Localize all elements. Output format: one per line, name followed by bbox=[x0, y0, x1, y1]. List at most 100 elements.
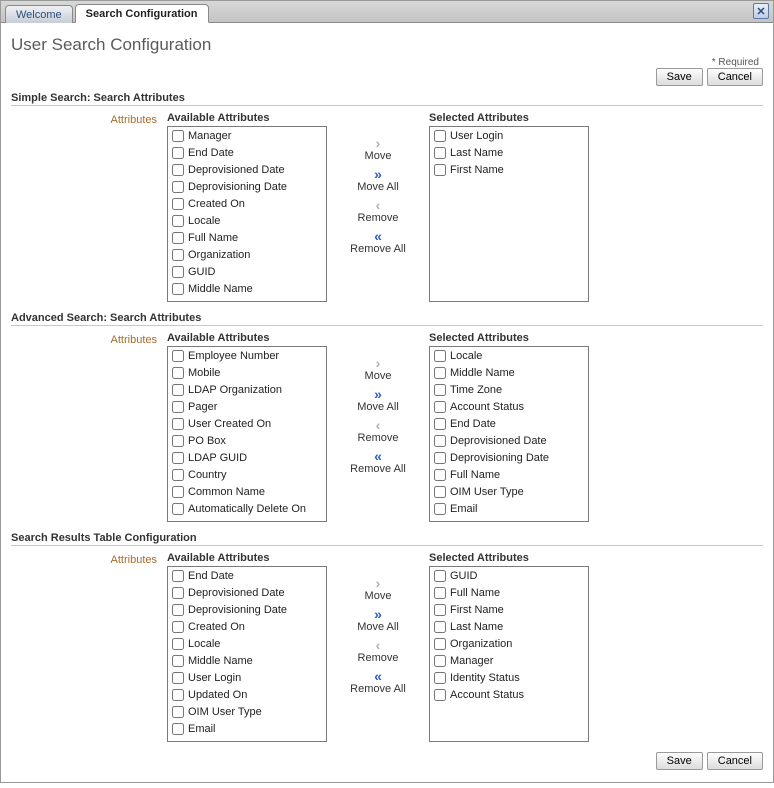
move-all-button[interactable]: »Move All bbox=[338, 605, 418, 635]
checkbox[interactable] bbox=[434, 147, 446, 159]
checkbox[interactable] bbox=[172, 350, 184, 362]
list-item[interactable]: OIM User Type bbox=[168, 703, 326, 720]
checkbox[interactable] bbox=[172, 689, 184, 701]
tab-search-configuration[interactable]: Search Configuration bbox=[75, 4, 209, 23]
list-item[interactable]: Common Name bbox=[168, 483, 326, 500]
list-item[interactable]: Last Name bbox=[430, 144, 588, 161]
checkbox[interactable] bbox=[172, 672, 184, 684]
checkbox[interactable] bbox=[172, 147, 184, 159]
list-item[interactable]: Locale bbox=[430, 347, 588, 364]
move-all-button[interactable]: »Move All bbox=[338, 385, 418, 415]
list-item[interactable]: Middle Name bbox=[430, 364, 588, 381]
checkbox[interactable] bbox=[172, 164, 184, 176]
list-item[interactable]: Employee Number bbox=[168, 347, 326, 364]
list-item[interactable]: User Created On bbox=[168, 415, 326, 432]
list-item[interactable]: Middle Name bbox=[168, 652, 326, 669]
list-item[interactable]: Locale bbox=[168, 212, 326, 229]
move-button[interactable]: ›Move bbox=[338, 354, 418, 384]
list-item[interactable]: Updated On bbox=[168, 686, 326, 703]
list-item[interactable]: Middle Name bbox=[168, 280, 326, 297]
list-item[interactable]: Locale bbox=[168, 635, 326, 652]
results-selected-list[interactable]: GUIDFull NameFirst NameLast NameOrganiza… bbox=[429, 566, 589, 742]
checkbox[interactable] bbox=[172, 215, 184, 227]
list-item[interactable]: Mobile bbox=[168, 364, 326, 381]
cancel-button[interactable]: Cancel bbox=[707, 752, 763, 770]
checkbox[interactable] bbox=[434, 435, 446, 447]
list-item[interactable]: GUID bbox=[168, 263, 326, 280]
checkbox[interactable] bbox=[172, 435, 184, 447]
list-item[interactable]: User Login bbox=[430, 127, 588, 144]
move-button[interactable]: ›Move bbox=[338, 574, 418, 604]
checkbox[interactable] bbox=[172, 130, 184, 142]
list-item[interactable]: Deprovisioning Date bbox=[168, 178, 326, 195]
list-item[interactable]: Organization bbox=[168, 246, 326, 263]
list-item[interactable]: Email bbox=[168, 720, 326, 737]
checkbox[interactable] bbox=[172, 232, 184, 244]
list-item[interactable]: Email bbox=[430, 500, 588, 517]
checkbox[interactable] bbox=[434, 621, 446, 633]
list-item[interactable]: End Date bbox=[168, 567, 326, 584]
checkbox[interactable] bbox=[172, 486, 184, 498]
list-item[interactable]: Deprovisioning Date bbox=[168, 601, 326, 618]
remove-all-button[interactable]: «Remove All bbox=[338, 447, 418, 477]
remove-button[interactable]: ‹Remove bbox=[338, 416, 418, 446]
checkbox[interactable] bbox=[434, 384, 446, 396]
list-item[interactable]: GUID bbox=[430, 567, 588, 584]
checkbox[interactable] bbox=[172, 367, 184, 379]
checkbox[interactable] bbox=[434, 401, 446, 413]
checkbox[interactable] bbox=[434, 350, 446, 362]
tab-welcome[interactable]: Welcome bbox=[5, 5, 73, 23]
remove-all-button[interactable]: «Remove All bbox=[338, 667, 418, 697]
checkbox[interactable] bbox=[172, 638, 184, 650]
checkbox[interactable] bbox=[172, 198, 184, 210]
list-item[interactable]: Created On bbox=[168, 618, 326, 635]
checkbox[interactable] bbox=[434, 367, 446, 379]
checkbox[interactable] bbox=[434, 604, 446, 616]
checkbox[interactable] bbox=[172, 587, 184, 599]
list-item[interactable]: First Name bbox=[430, 601, 588, 618]
list-item[interactable]: End Date bbox=[430, 415, 588, 432]
list-item[interactable]: Manager bbox=[168, 127, 326, 144]
checkbox[interactable] bbox=[172, 503, 184, 515]
checkbox[interactable] bbox=[172, 621, 184, 633]
advanced-available-list[interactable]: Employee NumberMobileLDAP OrganizationPa… bbox=[167, 346, 327, 522]
checkbox[interactable] bbox=[172, 181, 184, 193]
checkbox[interactable] bbox=[172, 604, 184, 616]
advanced-selected-list[interactable]: LocaleMiddle NameTime ZoneAccount Status… bbox=[429, 346, 589, 522]
checkbox[interactable] bbox=[172, 723, 184, 735]
list-item[interactable]: Account Status bbox=[430, 398, 588, 415]
checkbox[interactable] bbox=[434, 452, 446, 464]
list-item[interactable]: Deprovisioned Date bbox=[168, 584, 326, 601]
list-item[interactable]: OIM User Type bbox=[430, 483, 588, 500]
cancel-button[interactable]: Cancel bbox=[707, 68, 763, 86]
results-available-list[interactable]: End DateDeprovisioned DateDeprovisioning… bbox=[167, 566, 327, 742]
checkbox[interactable] bbox=[434, 503, 446, 515]
checkbox[interactable] bbox=[172, 452, 184, 464]
list-item[interactable]: Deprovisioned Date bbox=[168, 161, 326, 178]
list-item[interactable]: Automatically Delete On bbox=[168, 500, 326, 517]
list-item[interactable]: Full Name bbox=[430, 584, 588, 601]
checkbox[interactable] bbox=[172, 655, 184, 667]
checkbox[interactable] bbox=[434, 672, 446, 684]
list-item[interactable]: Time Zone bbox=[430, 381, 588, 398]
list-item[interactable]: LDAP Organization bbox=[168, 381, 326, 398]
checkbox[interactable] bbox=[172, 418, 184, 430]
move-all-button[interactable]: »Move All bbox=[338, 165, 418, 195]
checkbox[interactable] bbox=[434, 638, 446, 650]
checkbox[interactable] bbox=[434, 655, 446, 667]
checkbox[interactable] bbox=[434, 130, 446, 142]
checkbox[interactable] bbox=[172, 266, 184, 278]
checkbox[interactable] bbox=[434, 418, 446, 430]
checkbox[interactable] bbox=[434, 689, 446, 701]
remove-button[interactable]: ‹Remove bbox=[338, 636, 418, 666]
checkbox[interactable] bbox=[434, 469, 446, 481]
list-item[interactable]: Manager bbox=[430, 652, 588, 669]
list-item[interactable]: End Date bbox=[168, 144, 326, 161]
checkbox[interactable] bbox=[172, 384, 184, 396]
checkbox[interactable] bbox=[434, 486, 446, 498]
move-button[interactable]: ›Move bbox=[338, 134, 418, 164]
simple-selected-list[interactable]: User LoginLast NameFirst Name bbox=[429, 126, 589, 302]
list-item[interactable]: Last Name bbox=[430, 618, 588, 635]
list-item[interactable]: Full Name bbox=[168, 229, 326, 246]
remove-all-button[interactable]: «Remove All bbox=[338, 227, 418, 257]
